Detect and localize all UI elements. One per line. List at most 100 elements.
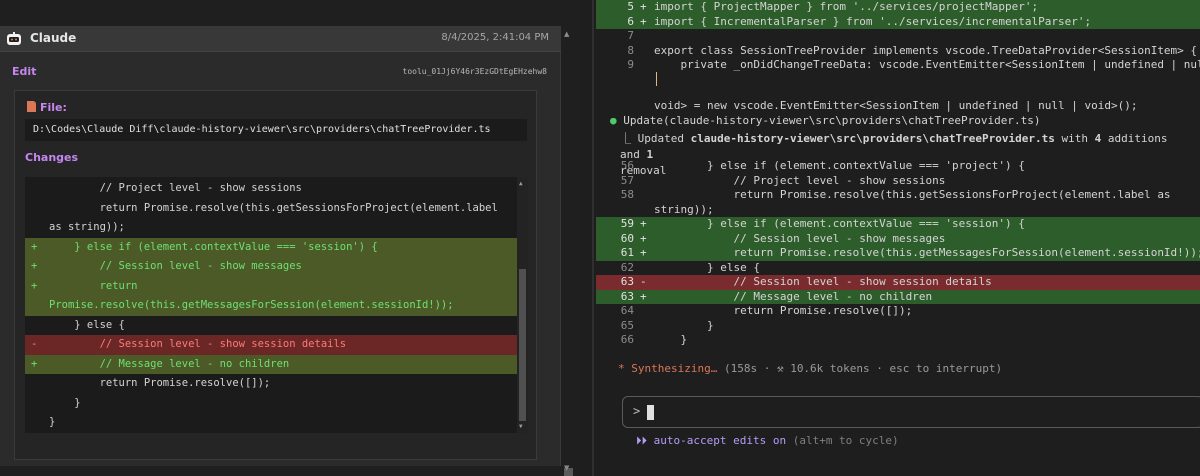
diff-code: as string)); xyxy=(49,221,125,233)
status-line: * Synthesizing… (158s · ⚒ 10.6k tokens ·… xyxy=(618,362,1002,375)
diff-line: return Promise.resolve([]); xyxy=(25,374,517,394)
diff-sign: + xyxy=(640,217,647,230)
file-label: File: xyxy=(27,101,67,114)
terminal-line: 61 + return Promise.resolve(this.getMessa… xyxy=(596,246,1200,261)
tool-use-header: Edit toolu_01Jj6Y46r3EzGDtEgEHzehw8 xyxy=(0,62,561,82)
line-number: 64 xyxy=(620,304,634,317)
tree-branch-icon: ⎿ xyxy=(620,132,638,145)
diff-view[interactable]: // Project level - show sessions return … xyxy=(25,177,528,433)
diff-code: } xyxy=(654,318,714,332)
terminal-pane[interactable]: 5 + import { ProjectMapper } from '../serv… xyxy=(596,0,1200,476)
pane-divider[interactable] xyxy=(592,0,594,476)
diff-sign: + xyxy=(640,231,647,245)
diff-code: import { ProjectMapper } from '../servic… xyxy=(654,0,1039,13)
terminal-line: 5 + import { ProjectMapper } from '../serv… xyxy=(596,0,1200,15)
line-number: 63 xyxy=(620,289,634,303)
diff-code: } else if (element.contextValue === 'pro… xyxy=(654,159,1025,172)
line-number: 62 xyxy=(620,260,634,274)
line-number: 60 xyxy=(620,231,634,245)
fast-forward-icon: ⏵⏵ xyxy=(636,434,647,447)
terminal-line: 64 return Promise.resolve([]); xyxy=(596,304,1200,319)
terminal-line: 6 + import { IncrementalParser } from '../… xyxy=(596,14,1200,29)
auto-accept-label: auto-accept edits on xyxy=(647,434,787,447)
line-number: 58 xyxy=(620,188,634,201)
line-number: 57 xyxy=(620,173,634,187)
auto-accept-hint: (alt+m to cycle) xyxy=(786,434,899,447)
input-cursor xyxy=(647,405,654,420)
diff-scroll-thumb[interactable] xyxy=(519,269,526,421)
scroll-down-icon[interactable]: ▼ xyxy=(519,423,523,430)
line-number: 7 xyxy=(627,29,634,42)
terminal-line: 9 private _onDidChangeTreeData: vscode.E… xyxy=(596,58,1200,73)
diff-code: // Session level - show messages xyxy=(654,231,946,245)
terminal-line: 63 + // Message level - no children xyxy=(596,289,1200,304)
diff-code: } xyxy=(49,416,56,428)
chat-scrollbar[interactable]: ▲ ▼ xyxy=(563,28,574,476)
file-label-text: File: xyxy=(40,101,67,114)
text-cursor xyxy=(656,72,657,86)
diff-code: Promise.resolve(this.getMessagesForSessi… xyxy=(49,299,454,311)
message-timestamp: 8/4/2025, 2:41:04 PM xyxy=(441,32,549,43)
diff-line: Promise.resolve(this.getMessagesForSessi… xyxy=(25,296,517,316)
terminal-line: 57 // Project level - show sessions xyxy=(596,174,1200,189)
diff-code: return Promise.resolve([]); xyxy=(654,304,913,317)
update-tool-line: ● Update(claude-history-viewer\src\provi… xyxy=(610,114,1041,127)
diff-code: return Promise.resolve(this.getMessagesF… xyxy=(654,246,1200,259)
diff-code: // Session level - show session details xyxy=(654,275,992,288)
line-number: 8 xyxy=(627,43,634,57)
prompt-input[interactable]: > xyxy=(622,396,1200,428)
diff-code: private _onDidChangeTreeData: vscode.Eve… xyxy=(654,58,1200,71)
terminal-line: 7 xyxy=(596,29,1200,44)
scroll-up-icon[interactable]: ▲ xyxy=(519,180,523,187)
terminal-line: 63- // Session level - show session deta… xyxy=(596,275,1200,290)
line-number: 66 xyxy=(620,333,634,346)
message-author: Claude xyxy=(30,31,77,45)
scroll-down-icon[interactable]: ▼ xyxy=(564,464,569,472)
prompt-caret: > xyxy=(633,404,641,418)
diff-code: } xyxy=(654,333,688,346)
scroll-up-icon[interactable]: ▲ xyxy=(564,30,569,38)
tool-name: Edit xyxy=(12,65,37,78)
chat-history-pane: Claude 8/4/2025, 2:41:04 PM Edit toolu_0… xyxy=(0,0,580,476)
diff-code: return Promise.resolve([]); xyxy=(49,377,271,389)
diff-line: - // Session level - show session detail… xyxy=(25,335,517,355)
diff-line: + } else if (element.contextValue === 's… xyxy=(25,237,517,257)
claude-avatar-icon xyxy=(7,32,21,45)
diff-line: return Promise.resolve(this.getSessionsF… xyxy=(25,199,517,219)
diff-sign: + xyxy=(640,289,647,303)
terminal-line: string)); xyxy=(596,203,1200,218)
diff-line: + // Session level - show messages xyxy=(25,257,517,277)
diff-code: // Project level - show sessions xyxy=(654,173,946,187)
spinner-icon: * xyxy=(618,362,625,375)
changes-label: Changes xyxy=(25,151,79,164)
diff-sign: + xyxy=(640,0,647,13)
diff-code: export class SessionTreeProvider impleme… xyxy=(654,43,1198,57)
line-number: 56 xyxy=(620,159,634,172)
diff-line: + // Message level - no children xyxy=(25,354,517,374)
diff-code: } xyxy=(49,396,81,409)
update-verb: Update xyxy=(623,114,663,127)
line-number: 63 xyxy=(620,275,634,288)
diff-sign: + xyxy=(31,240,38,253)
auto-accept-indicator[interactable]: ⏵⏵ auto-accept edits on (alt+m to cycle) xyxy=(636,434,899,448)
terminal-line: 59 + } else if (element.contextValue === … xyxy=(596,217,1200,232)
diff-code: } else { xyxy=(654,260,760,274)
file-path: D:\Codes\Claude Diff\claude-history-view… xyxy=(25,119,527,141)
diff-code: return Promise.resolve(this.getSessionsF… xyxy=(654,188,1171,201)
diff-code: } else { xyxy=(49,318,125,331)
status-label: Synthesizing… xyxy=(631,362,718,375)
diff-code: // Message level - no children xyxy=(654,289,933,303)
diff-sign: + xyxy=(640,14,647,28)
terminal-line: 58 return Promise.resolve(this.getSessio… xyxy=(596,188,1200,203)
diff-code: return Promise.resolve(this.getSessionsF… xyxy=(49,201,498,214)
edit-tool-card: File: D:\Codes\Claude Diff\claude-histor… xyxy=(14,90,537,460)
diff-sign: + xyxy=(31,260,38,272)
diff-code: } else if (element.contextValue === 'ses… xyxy=(654,217,1025,230)
diff-sign: - xyxy=(31,338,38,350)
diff-sign: + xyxy=(31,357,38,370)
line-number: 65 xyxy=(620,318,634,332)
diff-scrollbar[interactable]: ▲ ▼ xyxy=(517,177,528,433)
diff-code: // Session level - show messages xyxy=(49,260,302,272)
tool-id: toolu_01Jj6Y46r3EzGDtEgEHzehw8 xyxy=(402,67,548,76)
line-number: 5 xyxy=(627,0,634,13)
